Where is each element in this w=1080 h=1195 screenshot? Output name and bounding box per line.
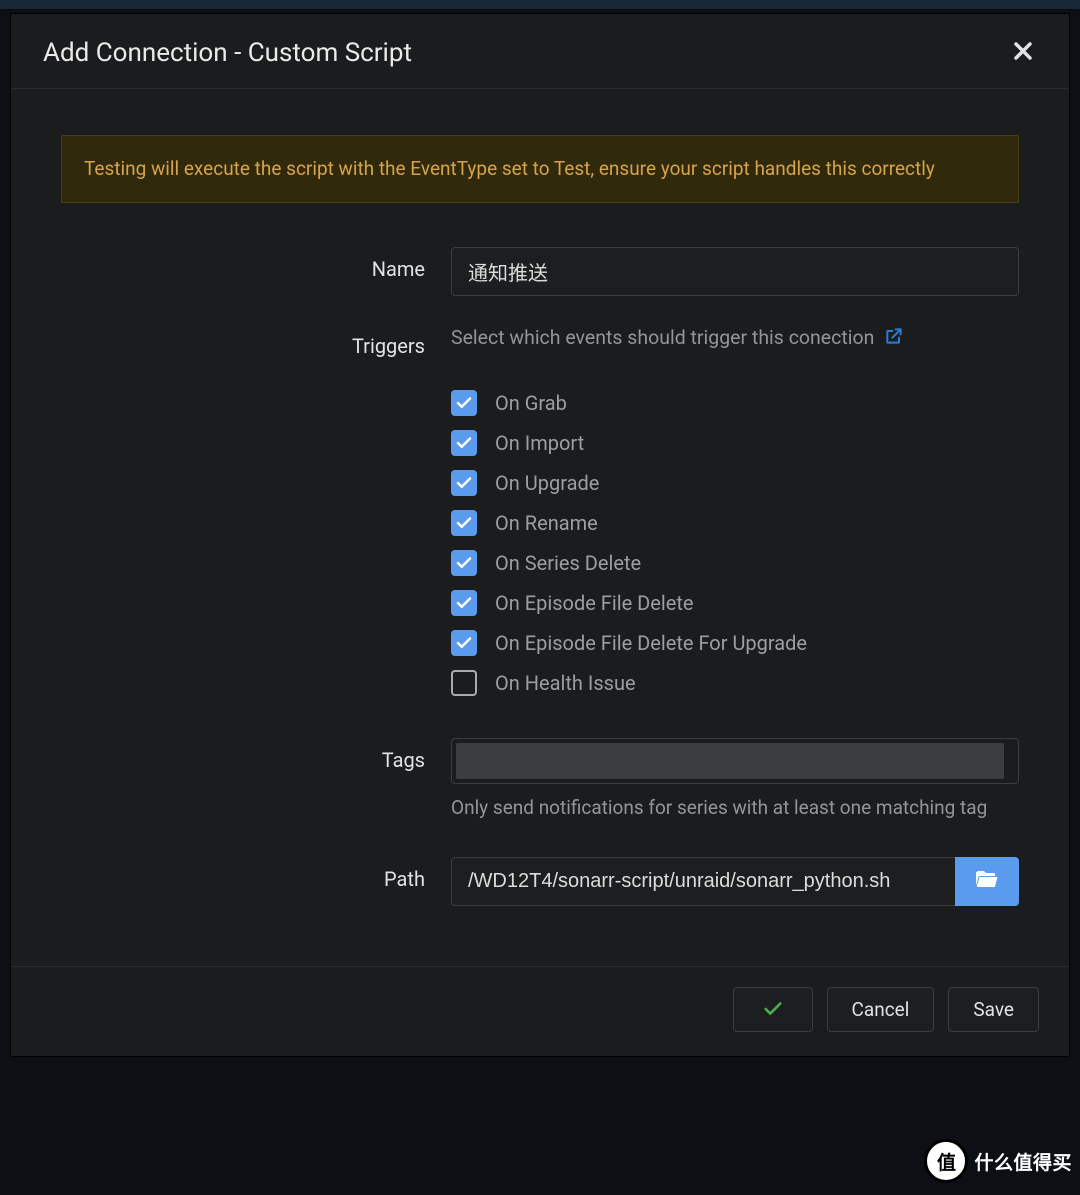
watermark-badge: 值 <box>924 1139 968 1183</box>
alert-banner: Testing will execute the script with the… <box>61 135 1019 203</box>
trigger-item: On Upgrade <box>451 470 1019 496</box>
modal-footer: Cancel Save <box>11 966 1069 1056</box>
trigger-item: On Series Delete <box>451 550 1019 576</box>
modal-title: Add Connection - Custom Script <box>43 38 412 68</box>
trigger-checkbox[interactable] <box>451 390 477 416</box>
label-name: Name <box>61 247 451 281</box>
trigger-item: On Health Issue <box>451 670 1019 696</box>
close-icon <box>1013 38 1033 68</box>
trigger-checkbox[interactable] <box>451 590 477 616</box>
triggers-hint: Select which events should trigger this … <box>451 326 874 349</box>
label-triggers: Triggers <box>61 324 451 358</box>
save-button[interactable]: Save <box>948 987 1039 1032</box>
label-path: Path <box>61 857 451 891</box>
watermark-text: 什么值得买 <box>974 1148 1072 1175</box>
cancel-button[interactable]: Cancel <box>827 987 935 1032</box>
form-row-triggers: Triggers Select which events should trig… <box>61 324 1019 710</box>
name-input[interactable] <box>451 247 1019 296</box>
trigger-checkbox[interactable] <box>451 630 477 656</box>
folder-open-icon <box>975 869 999 893</box>
trigger-label: On Series Delete <box>495 551 641 575</box>
close-button[interactable] <box>1007 38 1039 68</box>
modal-add-connection: Add Connection - Custom Script Testing w… <box>10 13 1070 1057</box>
trigger-label: On Upgrade <box>495 471 599 495</box>
form-row-name: Name <box>61 247 1019 296</box>
trigger-item: On Grab <box>451 390 1019 416</box>
trigger-label: On Episode File Delete For Upgrade <box>495 631 807 655</box>
form-row-tags: Tags Only send notifications for series … <box>61 738 1019 823</box>
check-icon <box>762 998 784 1020</box>
path-input[interactable] <box>451 857 955 906</box>
modal-header: Add Connection - Custom Script <box>11 14 1069 89</box>
trigger-checkbox[interactable] <box>451 510 477 536</box>
trigger-label: On Rename <box>495 511 598 535</box>
trigger-item: On Rename <box>451 510 1019 536</box>
modal-body: Testing will execute the script with the… <box>11 89 1069 966</box>
trigger-item: On Import <box>451 430 1019 456</box>
trigger-item: On Episode File Delete <box>451 590 1019 616</box>
external-link-icon[interactable] <box>884 326 904 350</box>
tags-input[interactable] <box>451 738 1019 784</box>
trigger-label: On Health Issue <box>495 671 636 695</box>
label-tags: Tags <box>61 738 451 772</box>
watermark: 值 什么值得买 <box>924 1139 1072 1183</box>
tags-help-text: Only send notifications for series with … <box>451 794 1019 823</box>
trigger-item: On Episode File Delete For Upgrade <box>451 630 1019 656</box>
form-row-path: Path <box>61 857 1019 906</box>
trigger-checkbox[interactable] <box>451 470 477 496</box>
browse-button[interactable] <box>955 857 1019 906</box>
trigger-label: On Episode File Delete <box>495 591 694 615</box>
test-button[interactable] <box>733 987 813 1032</box>
trigger-checkbox[interactable] <box>451 550 477 576</box>
trigger-checkbox[interactable] <box>451 670 477 696</box>
trigger-label: On Grab <box>495 391 567 415</box>
trigger-checkbox[interactable] <box>451 430 477 456</box>
trigger-list: On Grab On Import On Upgrade On Rename On Se… <box>451 390 1019 696</box>
trigger-label: On Import <box>495 431 584 455</box>
